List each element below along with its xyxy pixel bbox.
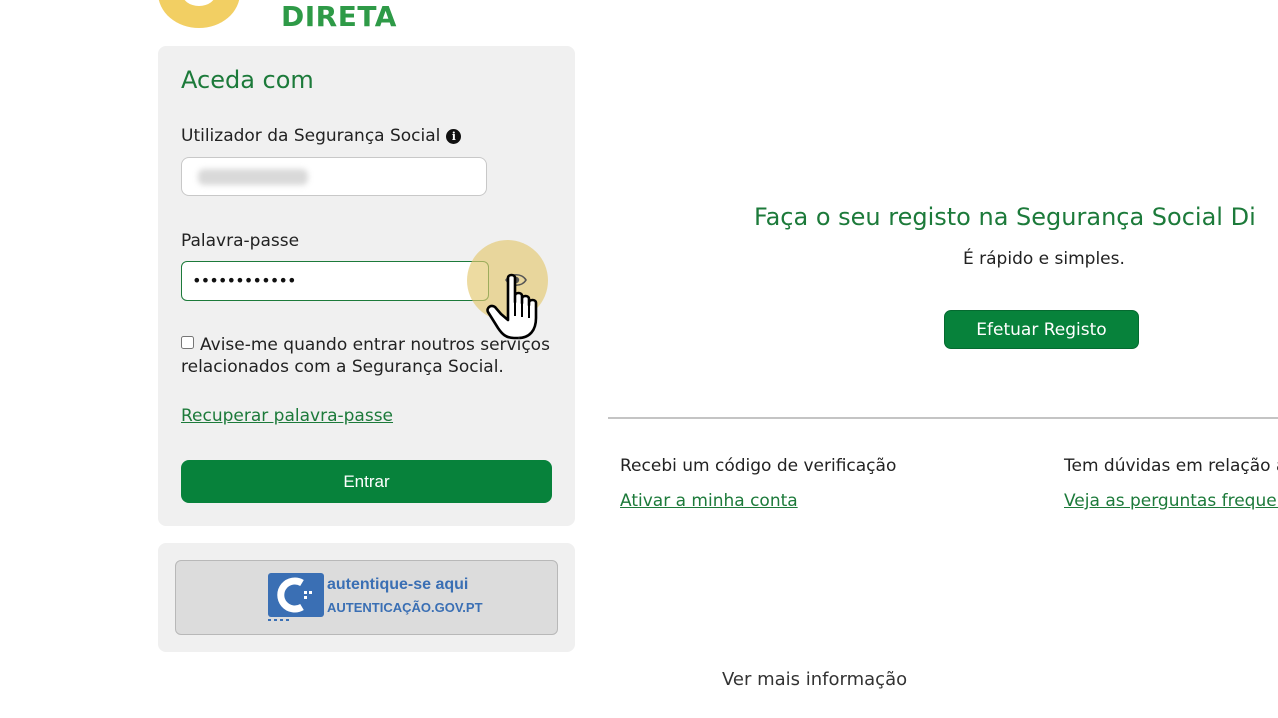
enter-button[interactable]: Entrar [181, 460, 552, 503]
username-label: Utilizador da Segurança Social i [181, 126, 462, 146]
auth-gov-title: autentique-se aqui [327, 576, 469, 593]
section-divider [608, 417, 1278, 419]
logo-text: DIRETA [281, 0, 397, 33]
login-title: Aceda com [181, 66, 314, 94]
remember-row: Avise-me quando entrar noutros serviços … [181, 334, 561, 378]
recover-password-link[interactable]: Recuperar palavra-passe [181, 406, 393, 426]
logo-mark [158, 0, 240, 28]
auth-gov-subtitle: AUTENTICAÇÃO.GOV.PT [327, 600, 483, 615]
username-label-text: Utilizador da Segurança Social [181, 126, 441, 146]
blurred-username-value [198, 169, 308, 185]
info-icon[interactable]: i [446, 129, 462, 144]
page: DIRETA Aceda com Utilizador da Segurança… [0, 0, 1278, 718]
doubts-text: Tem dúvidas em relação à [1064, 456, 1278, 476]
remember-label: Avise-me quando entrar noutros serviços … [181, 335, 550, 377]
register-button[interactable]: Efetuar Registo [944, 310, 1139, 349]
auth-gov-panel: autentique-se aqui AUTENTICAÇÃO.GOV.PT [158, 543, 575, 652]
username-input[interactable] [181, 157, 487, 196]
faq-link[interactable]: Veja as perguntas frequer [1064, 491, 1278, 511]
auth-gov-button[interactable]: autentique-se aqui AUTENTICAÇÃO.GOV.PT [175, 560, 558, 635]
password-label: Palavra-passe [181, 231, 300, 251]
auth-gov-logo-icon [268, 573, 324, 621]
remember-checkbox[interactable] [181, 336, 194, 349]
activate-account-link[interactable]: Ativar a minha conta [620, 491, 798, 511]
login-panel: Aceda com Utilizador da Segurança Social… [158, 46, 575, 526]
verification-text: Recebi um código de verificação [620, 456, 897, 476]
register-title: Faça o seu registo na Segurança Social D… [754, 203, 1256, 231]
password-input[interactable]: •••••••••••• [181, 261, 489, 301]
more-info-link[interactable]: Ver mais informação [722, 669, 907, 690]
register-subtitle: É rápido e simples. [963, 249, 1125, 269]
